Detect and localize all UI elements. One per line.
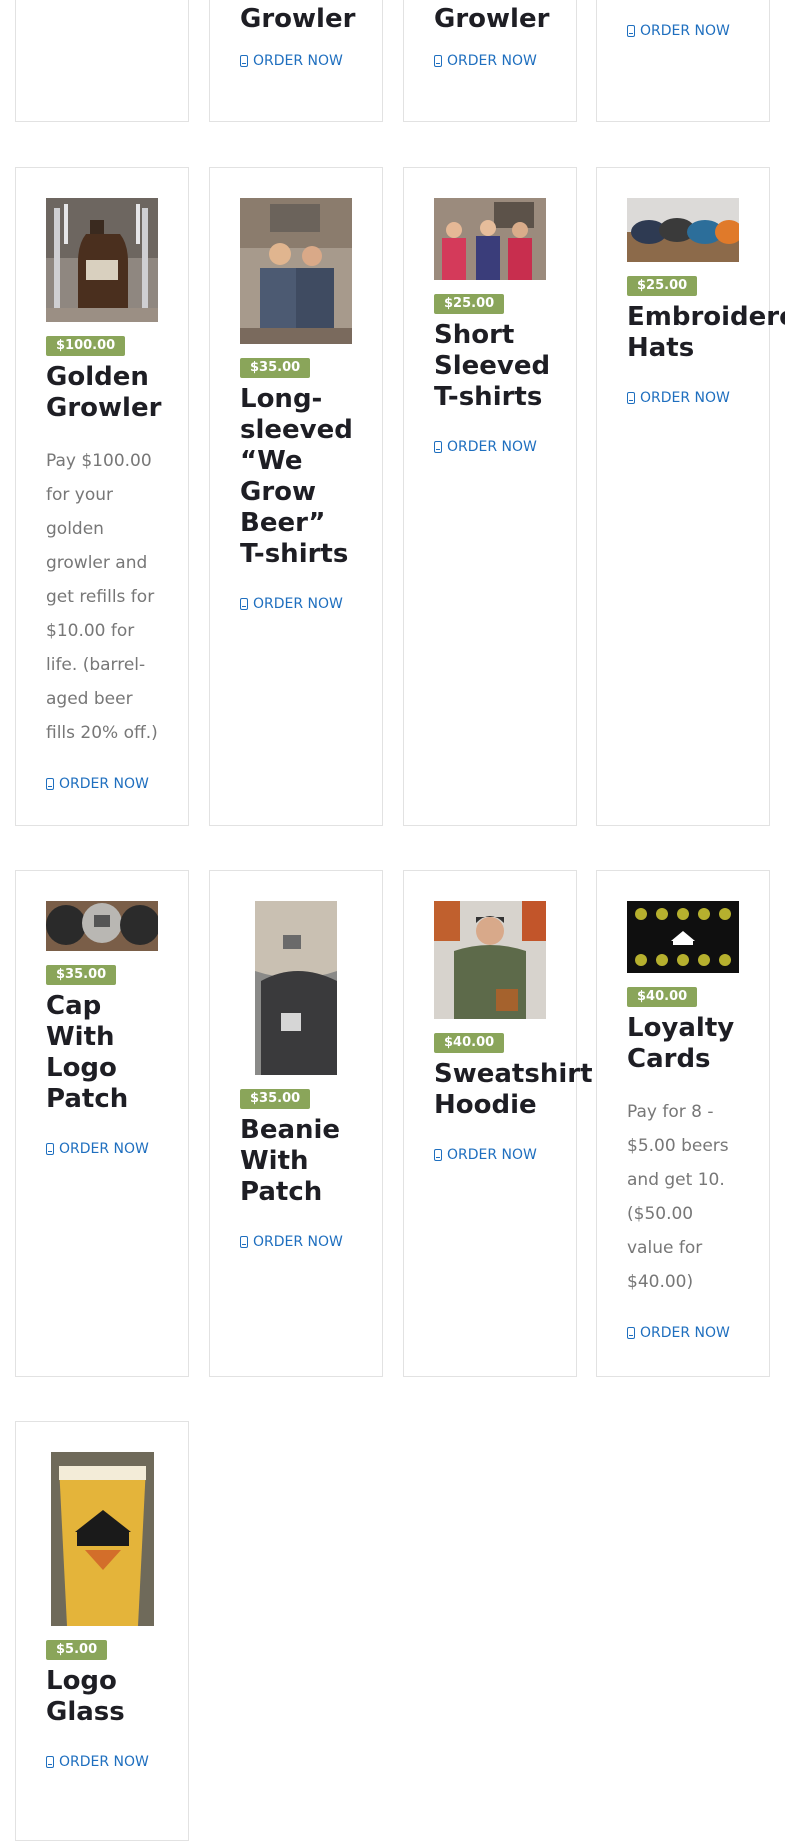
price-badge: $35.00 — [240, 358, 311, 378]
phone-icon — [46, 1756, 54, 1768]
product-image[interactable] — [46, 198, 158, 322]
product-title[interactable]: Embroidered Hats — [627, 302, 785, 364]
product-title[interactable]: Short Sleeved T-shirts — [434, 320, 550, 413]
product-title[interactable]: Loyalty Cards — [627, 1013, 739, 1075]
price-badge: $35.00 — [240, 1089, 311, 1109]
product-card: $5.00 Logo Glass ORDER NOW — [15, 1421, 189, 1841]
phone-icon — [627, 25, 635, 37]
product-description: Pay for 8 - $5.00 beers and get 10. ($50… — [627, 1102, 729, 1292]
product-card: $100.00 Golden Growler Pay $100.00 for y… — [15, 167, 189, 826]
product-card: $40.00 Sweatshirt Hoodie ORDER NOW — [403, 870, 593, 1377]
phone-icon — [627, 1327, 635, 1339]
order-now-link[interactable]: ORDER NOW — [240, 1234, 352, 1250]
product-card: $25.00 Embroidered Hats ORDER NOW — [596, 167, 785, 826]
product-title[interactable]: Cap With Logo Patch — [46, 991, 158, 1115]
product-title[interactable]: Beanie With Patch — [240, 1115, 352, 1208]
product-title: Growler — [434, 4, 550, 34]
phone-icon — [46, 778, 54, 790]
product-card-partial: Growler ORDER NOW — [403, 0, 577, 122]
phone-icon — [434, 1149, 442, 1161]
phone-icon — [46, 1143, 54, 1155]
product-card-partial — [15, 0, 189, 122]
product-card: $35.00 Cap With Logo Patch ORDER NOW — [15, 870, 189, 1377]
price-badge: $25.00 — [434, 294, 505, 314]
order-now-link[interactable]: ORDER NOW — [434, 439, 546, 455]
order-now-link[interactable]: ORDER NOW — [627, 390, 739, 406]
price-badge: $100.00 — [46, 336, 126, 356]
product-image[interactable] — [46, 901, 158, 951]
product-card-partial: Growler ORDER NOW — [209, 0, 383, 122]
order-now-link[interactable]: ORDER NOW — [434, 1147, 546, 1163]
phone-icon — [240, 1236, 248, 1248]
order-now-link[interactable]: ORDER NOW — [240, 53, 343, 69]
order-now-link[interactable]: ORDER NOW — [240, 596, 352, 612]
price-badge: $40.00 — [434, 1033, 505, 1053]
product-title[interactable]: Sweatshirt Hoodie — [434, 1059, 593, 1121]
product-image[interactable] — [627, 198, 739, 262]
order-now-link[interactable]: ORDER NOW — [627, 23, 730, 39]
phone-icon — [627, 392, 635, 404]
product-image[interactable] — [434, 198, 546, 280]
order-now-link[interactable]: ORDER NOW — [434, 53, 537, 69]
order-now-link[interactable]: ORDER NOW — [46, 776, 158, 792]
price-badge: $35.00 — [46, 965, 117, 985]
product-card-partial: ORDER NOW — [596, 0, 770, 122]
product-title: Growler — [240, 4, 356, 34]
price-badge: $40.00 — [627, 987, 698, 1007]
phone-icon — [240, 55, 248, 67]
product-image[interactable] — [240, 198, 352, 344]
order-now-link[interactable]: ORDER NOW — [627, 1325, 739, 1341]
product-image[interactable] — [255, 901, 337, 1075]
phone-icon — [240, 598, 248, 610]
product-image[interactable] — [627, 901, 739, 973]
product-card: $35.00 Beanie With Patch ORDER NOW — [209, 870, 383, 1377]
product-title[interactable]: Long-sleeved “We Grow Beer” T-shirts — [240, 384, 353, 570]
product-title[interactable]: Logo Glass — [46, 1666, 158, 1728]
product-card: $25.00 Short Sleeved T-shirts ORDER NOW — [403, 167, 577, 826]
product-image[interactable] — [51, 1452, 154, 1626]
product-description: Pay $100.00 for your golden growler and … — [46, 451, 158, 743]
price-badge: $5.00 — [46, 1640, 108, 1660]
product-image[interactable] — [434, 901, 546, 1019]
product-card: $35.00 Long-sleeved “We Grow Beer” T-shi… — [209, 167, 383, 826]
product-title[interactable]: Golden Growler — [46, 362, 161, 424]
price-badge: $25.00 — [627, 276, 698, 296]
phone-icon — [434, 55, 442, 67]
order-now-link[interactable]: ORDER NOW — [46, 1754, 158, 1770]
phone-icon — [434, 441, 442, 453]
order-now-link[interactable]: ORDER NOW — [46, 1141, 158, 1157]
product-card: $40.00 Loyalty Cards Pay for 8 - $5.00 b… — [596, 870, 770, 1377]
